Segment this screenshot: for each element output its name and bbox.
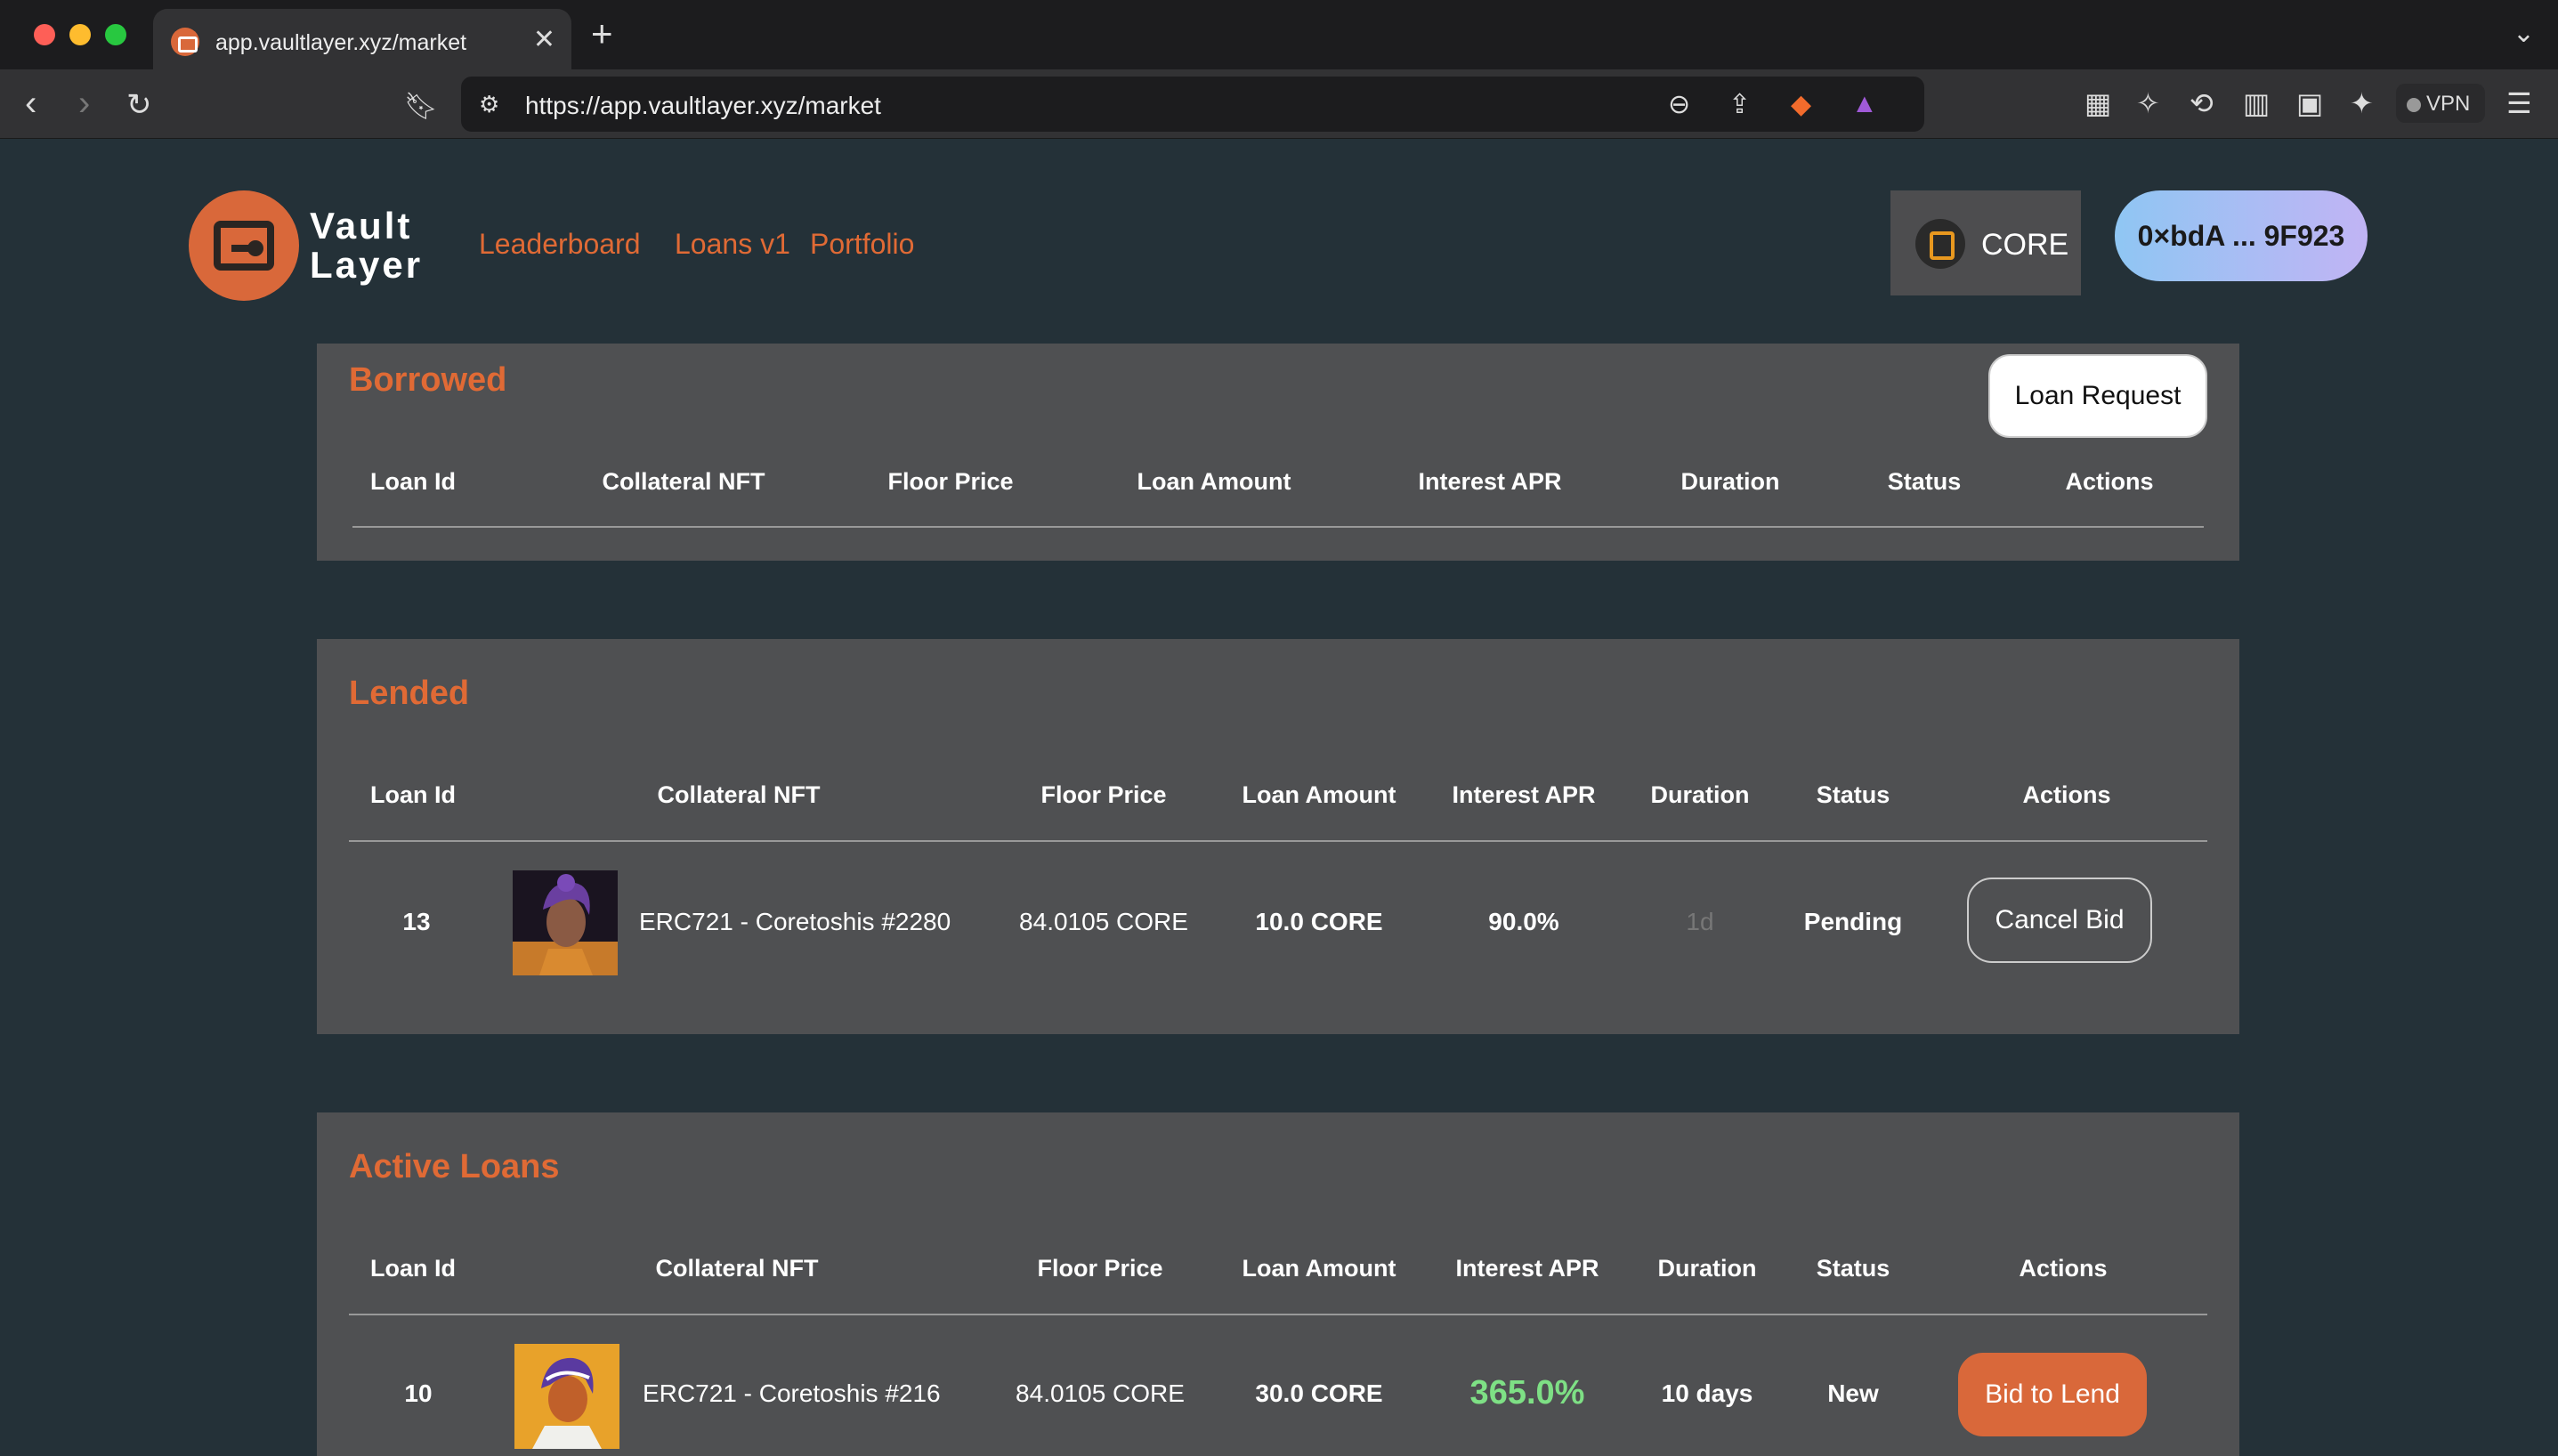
col-status: Status [1816,1255,1890,1282]
col-collateral-nft: Collateral NFT [655,1255,819,1282]
nav-loans-v1[interactable]: Loans v1 [675,228,790,261]
duration-cell: 1d [1686,908,1714,935]
loan-amount-cell: 10.0 CORE [1255,908,1383,935]
url-text[interactable]: https://app.vaultlayer.xyz/market [525,92,881,120]
apr-cell: 365.0% [1469,1374,1585,1412]
window-zoom-button[interactable] [105,24,126,45]
site-settings-icon[interactable]: ⚙ [479,91,499,118]
cancel-bid-button[interactable]: Cancel Bid [1967,878,2152,963]
core-chain-icon [1915,219,1965,269]
window-close-button[interactable] [34,24,55,45]
col-status: Status [1816,781,1890,808]
header-divider [349,1314,2207,1315]
col-floor-price: Floor Price [1037,1255,1163,1282]
nft-name-cell[interactable]: ERC721 - Coretoshis #216 [643,1379,941,1408]
forward-icon[interactable]: › [78,85,90,121]
new-tab-icon[interactable]: + [591,14,613,53]
back-icon[interactable]: ‹ [25,85,36,121]
active-loans-panel: Active Loans Loan Id Collateral NFT Floo… [317,1112,2239,1456]
col-floor-price: Floor Price [1040,781,1167,808]
borrowed-panel: Borrowed Loan Request Loan Id Collateral… [317,344,2239,561]
brand-name: Vault Layer [310,205,424,286]
share-icon[interactable]: ⇪ [1728,89,1751,120]
col-interest-apr: Interest APR [1452,781,1596,808]
brave-rewards-icon[interactable]: ▲ [1851,89,1878,119]
vpn-status-icon [2407,98,2421,112]
close-tab-icon[interactable]: ✕ [533,25,555,55]
col-duration: Duration [1650,781,1750,808]
loan-id-cell: 13 [402,908,431,935]
col-actions: Actions [2022,781,2111,808]
vaultlayer-logo[interactable] [189,190,299,301]
nft-thumbnail[interactable] [514,1344,619,1449]
col-interest-apr: Interest APR [1455,1255,1599,1282]
col-actions: Actions [2019,1255,2108,1282]
menu-icon[interactable]: ☰ [2506,87,2532,119]
status-cell: New [1827,1379,1879,1407]
col-interest-apr: Interest APR [1418,468,1562,495]
vault-icon [214,221,274,271]
chain-label: CORE [1981,228,2069,262]
browser-toolbar: ‹ › ↻ 🔖︎ ⚙ https://app.vaultlayer.xyz/ma… [0,69,2558,139]
col-loan-id: Loan Id [370,1255,456,1282]
col-loan-amount: Loan Amount [1242,1255,1396,1282]
vpn-label: VPN [2426,92,2471,116]
wallet-address-button[interactable]: 0×bdA ... 9F923 [2115,190,2368,281]
col-actions: Actions [2065,468,2154,495]
chain-selector-button[interactable]: CORE [1890,190,2081,295]
borrowed-title: Borrowed [349,361,507,399]
brave-shields-icon[interactable]: ◆ [1791,89,1811,120]
zoom-out-icon[interactable]: ⊖ [1668,89,1690,120]
loan-id-cell: 10 [404,1379,433,1407]
bookmark-icon[interactable]: 🔖︎ [404,89,438,125]
vaultlayer-favicon-icon [171,28,199,56]
reload-icon[interactable]: ↻ [126,87,152,123]
extension-qr-icon[interactable]: ▦ [2084,87,2111,119]
speedreader-icon[interactable]: ⟲ [2190,87,2214,119]
floor-price-cell: 84.0105 CORE [1016,1379,1185,1407]
col-loan-amount: Loan Amount [1137,468,1291,495]
nav-leaderboard[interactable]: Leaderboard [479,228,640,261]
extensions-icon[interactable]: ✧ [2136,87,2160,119]
sidebar-icon[interactable]: ▥ [2243,87,2270,119]
col-collateral-nft: Collateral NFT [657,781,821,808]
col-loan-id: Loan Id [370,781,456,808]
col-duration: Duration [1680,468,1780,495]
col-duration: Duration [1657,1255,1757,1282]
nav-portfolio[interactable]: Portfolio [810,228,914,261]
col-floor-price: Floor Price [887,468,1014,495]
address-bar[interactable]: ⚙ https://app.vaultlayer.xyz/market ⊖ ⇪ … [461,77,1924,132]
browser-titlebar: app.vaultlayer.xyz/market ✕ + ⌄ [0,0,2558,69]
leo-ai-icon[interactable]: ✦ [2350,87,2374,119]
active-loans-title: Active Loans [349,1148,560,1185]
col-loan-amount: Loan Amount [1242,781,1396,808]
nft-thumbnail[interactable] [513,870,618,975]
lended-title: Lended [349,675,470,712]
wallet-icon[interactable]: ▣ [2296,87,2323,119]
floor-price-cell: 84.0105 CORE [1019,908,1188,935]
loan-request-button[interactable]: Loan Request [1988,354,2207,438]
tab-list-chevron-icon[interactable]: ⌄ [2513,18,2535,49]
tab-title: app.vaultlayer.xyz/market [215,30,467,55]
nft-name-cell[interactable]: ERC721 - Coretoshis #2280 [639,908,951,936]
col-loan-id: Loan Id [370,468,456,495]
lended-panel: Lended Loan Id Collateral NFT Floor Pric… [317,639,2239,1034]
status-cell: Pending [1803,908,1903,935]
browser-tab[interactable]: app.vaultlayer.xyz/market ✕ [153,9,571,69]
header-divider [349,840,2207,842]
vpn-button[interactable]: VPN [2396,84,2485,123]
bid-to-lend-button[interactable]: Bid to Lend [1958,1353,2147,1436]
col-status: Status [1887,468,1962,495]
window-minimize-button[interactable] [69,24,91,45]
duration-cell: 10 days [1661,1379,1753,1407]
col-collateral-nft: Collateral NFT [602,468,765,495]
header-divider [352,526,2204,528]
apr-cell: 90.0% [1488,908,1559,935]
loan-amount-cell: 30.0 CORE [1255,1379,1383,1407]
